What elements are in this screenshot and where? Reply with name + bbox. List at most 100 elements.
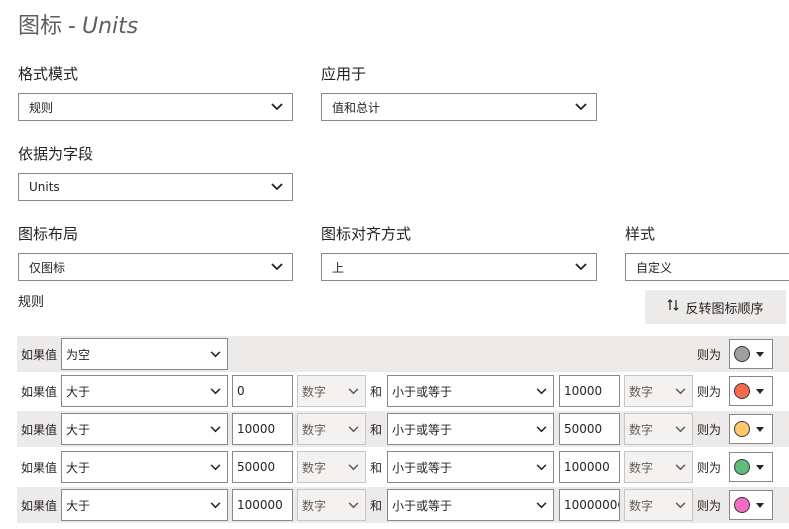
rule-min-type-value: 数字 [302,384,327,399]
rule-row: 如果值 大于 100000 数字 和 小于或等于 1000000C 数字 则为 [17,487,789,523]
rule-condition-value: 为空 [66,347,91,362]
icon-alignment-value: 上 [332,260,345,275]
reverse-icon-order-label: 反转图标顺序 [685,301,764,317]
rule-operator-dropdown[interactable]: 大于 [61,413,228,445]
rule-if-value-label: 如果值 [21,348,58,362]
rule-operator-dropdown[interactable]: 小于或等于 [387,375,554,407]
rule-then-label: 则为 [697,348,722,362]
rule-operator-dropdown[interactable]: 小于或等于 [387,489,554,521]
swap-vertical-icon [667,298,679,316]
rule-min-type-dropdown[interactable]: 数字 [297,451,366,483]
style-label: 样式 [625,225,656,243]
rule-row: 如果值 大于 0 数字 和 小于或等于 10000 数字 则为 [17,373,789,409]
rule-condition-dropdown[interactable]: 为空 [61,338,228,370]
rule-min-value-input[interactable]: 100000 [232,489,293,521]
rule-min-type-dropdown[interactable]: 数字 [297,375,366,407]
style-dropdown[interactable]: 自定义 [625,253,789,281]
rule-max-type-dropdown[interactable]: 数字 [624,413,693,445]
icon-picker[interactable] [729,339,773,369]
chevron-down-icon [533,421,549,437]
reverse-icon-order-button[interactable]: 反转图标顺序 [645,290,786,324]
style-value: 自定义 [636,260,673,275]
chevron-down-icon [207,346,223,362]
rule-min-type-value: 数字 [302,422,327,437]
chevron-down-icon [672,421,688,437]
title-field-name: Units [81,14,139,39]
rule-max-value-input[interactable]: 50000 [559,413,620,445]
rule-max-type-dropdown[interactable]: 数字 [624,489,693,521]
rule-min-value-input[interactable]: 50000 [232,451,293,483]
rule-if-value-label: 如果值 [21,499,58,513]
rule-operator-value: 小于或等于 [392,384,453,399]
chevron-down-icon [207,421,223,437]
caret-down-icon [756,464,764,470]
apply-to-value: 值和总计 [332,100,381,115]
rule-row: 如果值 大于 10000 数字 和 小于或等于 50000 数字 则为 [17,411,789,447]
title-separator: - [68,14,76,39]
rules-label: 规则 [18,295,45,310]
rule-then-label: 则为 [697,423,722,437]
rule-and-label: 和 [370,499,383,513]
chevron-down-icon [268,258,286,276]
chevron-down-icon [345,383,361,399]
rule-max-type-dropdown[interactable]: 数字 [624,451,693,483]
chevron-down-icon [533,383,549,399]
rule-operator-dropdown[interactable]: 大于 [61,375,228,407]
rule-max-value-input[interactable]: 10000 [559,375,620,407]
rule-max-value-input[interactable]: 1000000C [559,489,620,521]
icon-layout-value: 仅图标 [29,260,66,275]
rule-operator-dropdown[interactable]: 小于或等于 [387,451,554,483]
rule-operator-value: 大于 [66,498,91,513]
rule-min-type-value: 数字 [302,498,327,513]
title-main: 图标 [18,14,63,39]
circle-icon [734,421,750,437]
format-mode-label: 格式模式 [18,65,79,83]
pane-title: 图标 - Units [18,8,138,40]
icon-alignment-dropdown[interactable]: 上 [321,253,597,281]
icon-picker[interactable] [729,452,773,482]
rule-max-type-value: 数字 [629,498,654,513]
circle-icon [734,459,750,475]
rule-min-type-dropdown[interactable]: 数字 [297,489,366,521]
rule-max-type-value: 数字 [629,422,654,437]
chevron-down-icon [345,459,361,475]
rule-operator-dropdown[interactable]: 大于 [61,451,228,483]
rule-operator-dropdown[interactable]: 大于 [61,489,228,521]
chevron-down-icon [207,497,223,513]
rule-operator-value: 大于 [66,384,91,399]
chevron-down-icon [207,459,223,475]
rule-if-value-label: 如果值 [21,423,58,437]
icon-picker[interactable] [729,490,773,520]
caret-down-icon [756,426,764,432]
based-on-field-dropdown[interactable]: Units [18,173,293,201]
format-mode-dropdown[interactable]: 规则 [18,93,293,121]
chevron-down-icon [533,497,549,513]
rule-max-value-input[interactable]: 100000 [559,451,620,483]
chevron-down-icon [207,383,223,399]
icon-layout-dropdown[interactable]: 仅图标 [18,253,293,281]
rule-min-type-dropdown[interactable]: 数字 [297,413,366,445]
rule-operator-value: 大于 [66,422,91,437]
rule-operator-value: 小于或等于 [392,460,453,475]
chevron-down-icon [672,497,688,513]
rule-max-type-dropdown[interactable]: 数字 [624,375,693,407]
icon-alignment-label: 图标对齐方式 [321,225,412,243]
rule-operator-value: 小于或等于 [392,498,453,513]
rule-min-value-input[interactable]: 10000 [232,413,293,445]
chevron-down-icon [345,497,361,513]
rule-min-type-value: 数字 [302,460,327,475]
rule-if-value-label: 如果值 [21,385,58,399]
rule-operator-value: 大于 [66,460,91,475]
apply-to-dropdown[interactable]: 值和总计 [321,93,597,121]
icon-picker[interactable] [729,414,773,444]
rule-and-label: 和 [370,461,383,475]
chevron-down-icon [345,421,361,437]
circle-icon [734,346,750,362]
chevron-down-icon [268,178,286,196]
rule-operator-value: 小于或等于 [392,422,453,437]
rule-min-value-input[interactable]: 0 [232,375,293,407]
icon-picker[interactable] [729,376,773,406]
circle-icon [734,497,750,513]
rule-max-type-value: 数字 [629,384,654,399]
rule-operator-dropdown[interactable]: 小于或等于 [387,413,554,445]
